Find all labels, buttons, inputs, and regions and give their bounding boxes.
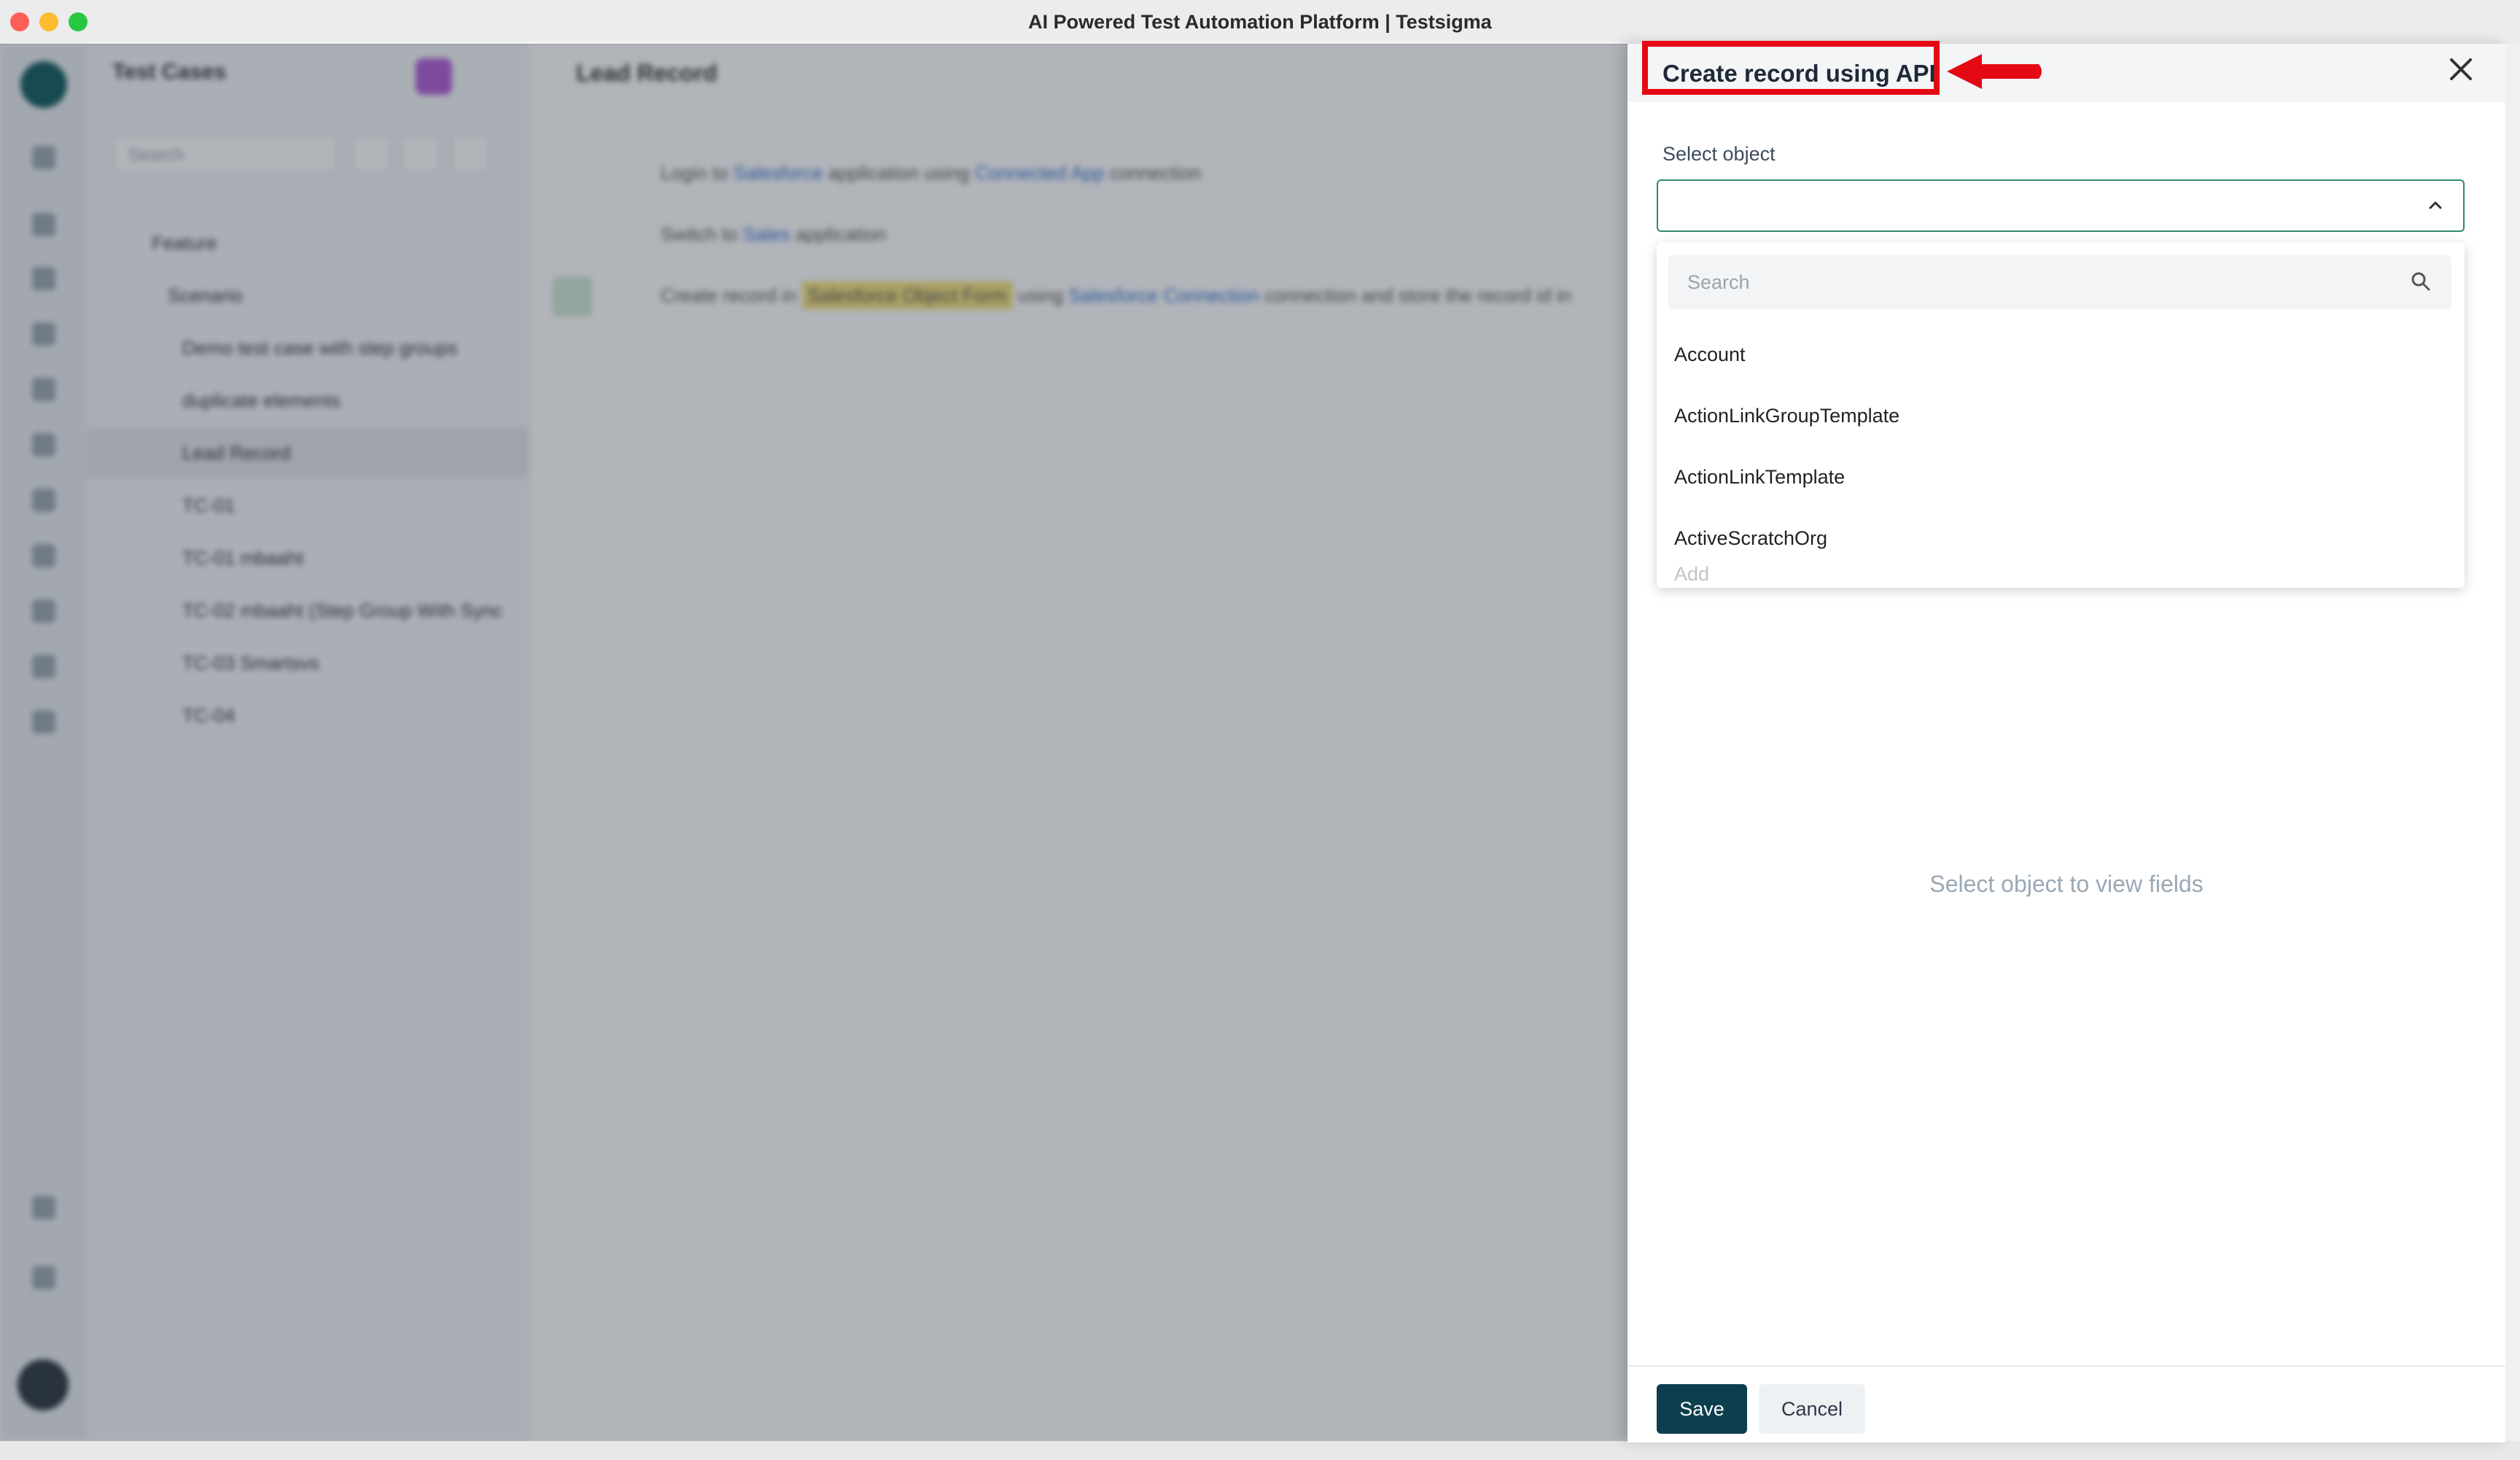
modal-backdrop[interactable] (0, 44, 1628, 1441)
object-option[interactable]: ActiveScratchOrg (1657, 510, 2465, 566)
object-option[interactable]: ActionLinkTemplate (1657, 449, 2465, 505)
chevron-up-icon[interactable] (2422, 193, 2449, 219)
annotation-arrow-icon (1947, 54, 2042, 89)
object-search-input[interactable] (1668, 255, 2451, 309)
drawer-footer: Save Cancel (1628, 1365, 2505, 1442)
drawer-scrollbar[interactable] (2505, 44, 2520, 1441)
cancel-button[interactable]: Cancel (1759, 1384, 1865, 1434)
select-object-dropdown[interactable] (1657, 179, 2465, 232)
window-title: AI Powered Test Automation Platform | Te… (1028, 11, 1492, 33)
empty-fields-message: Select object to view fields (1929, 871, 2204, 897)
select-object-label: Select object (1662, 143, 1776, 165)
close-icon[interactable] (2443, 51, 2479, 88)
search-icon (2411, 272, 2430, 291)
window-titlebar: AI Powered Test Automation Platform | Te… (0, 0, 2520, 45)
object-option[interactable]: Account (1657, 327, 2465, 382)
drawer-title: Create record using API (1642, 41, 1940, 95)
object-option-partial[interactable]: Add (1674, 563, 1709, 586)
create-record-drawer: Create record using API Select object Ac… (1628, 41, 2505, 1442)
object-options-list: Account ActionLinkGroupTemplate ActionLi… (1657, 242, 2465, 588)
window-bottom-edge (0, 1441, 2520, 1460)
drawer-header: Create record using API (1628, 41, 2505, 102)
save-button[interactable]: Save (1657, 1384, 1747, 1434)
object-option[interactable]: ActionLinkGroupTemplate (1657, 388, 2465, 443)
